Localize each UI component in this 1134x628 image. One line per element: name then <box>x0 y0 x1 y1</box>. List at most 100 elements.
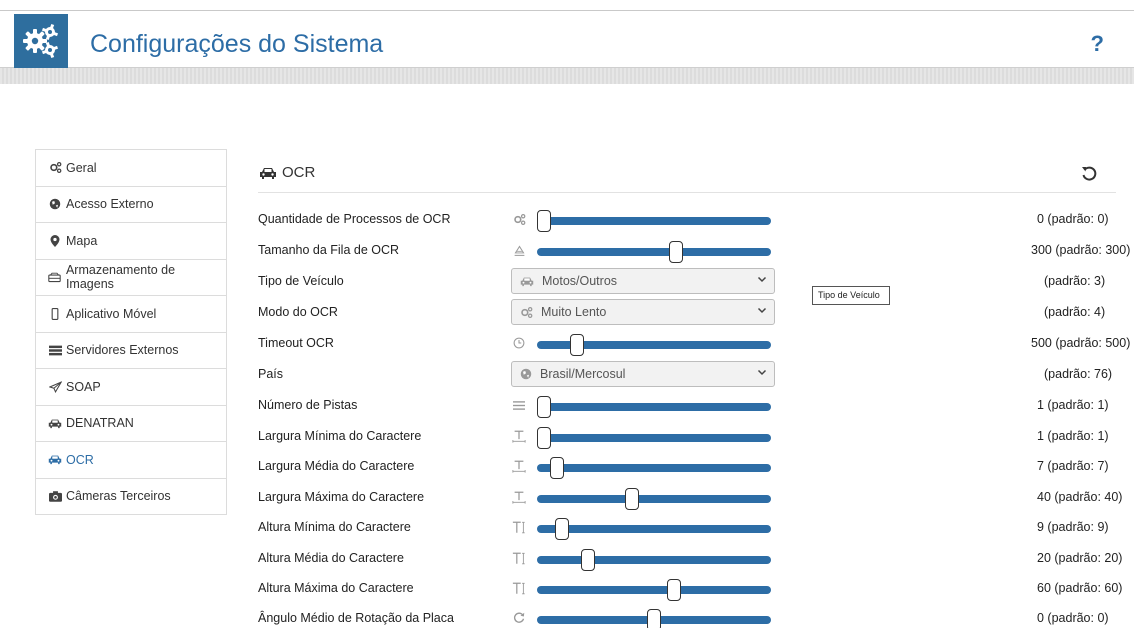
slider-thumb[interactable] <box>669 241 683 263</box>
panel-title: OCR <box>259 164 315 181</box>
setting-value: 0 (padrão: 0) <box>1037 212 1109 226</box>
setting-value: 500 (padrão: 500) <box>1031 336 1131 350</box>
setting-row: Altura Média do Caractere 20 (padrão: 20) <box>0 549 1134 571</box>
globe-icon <box>48 198 62 210</box>
lines-icon <box>511 397 527 413</box>
select-dropdown[interactable]: Motos/Outros <box>511 268 775 294</box>
car-icon <box>259 166 277 180</box>
setting-value: 40 (padrão: 40) <box>1037 490 1123 504</box>
clock-icon <box>511 335 527 351</box>
slider-track[interactable] <box>537 609 771 628</box>
setting-value: 0 (padrão: 0) <box>1037 611 1109 625</box>
slider-thumb[interactable] <box>537 396 551 418</box>
undo-icon[interactable] <box>1081 164 1097 187</box>
page-title: Configurações do Sistema <box>90 30 384 58</box>
setting-label: Tamanho da Fila de OCR <box>258 243 400 257</box>
setting-label: País <box>258 367 284 381</box>
setting-label: Largura Máxima do Caractere <box>258 490 425 504</box>
rotate-icon <box>511 610 527 626</box>
text-width-icon <box>511 489 527 505</box>
setting-value: 20 (padrão: 20) <box>1037 551 1123 565</box>
setting-row: Modo do OCR Muito Lento (padrão: 4) <box>0 299 1134 325</box>
slider-thumb[interactable] <box>666 579 681 601</box>
setting-row: Tamanho da Fila de OCR 300 (padrão: 300) <box>0 241 1134 263</box>
gears-icon <box>511 211 527 227</box>
select-dropdown[interactable]: Muito Lento <box>511 299 775 325</box>
gears-logo-icon <box>14 14 68 68</box>
select-value: Muito Lento <box>541 305 607 319</box>
setting-label: Altura Máxima do Caractere <box>258 581 414 595</box>
setting-value: (padrão: 4) <box>1044 305 1106 319</box>
chevron-down-icon <box>757 367 767 380</box>
setting-row: País Brasil/Mercosul (padrão: 76) <box>0 361 1134 387</box>
setting-label: Largura Média do Caractere <box>258 459 415 473</box>
select-dropdown[interactable]: Brasil/Mercosul <box>511 361 775 387</box>
slider-track[interactable] <box>537 427 771 449</box>
setting-value: (padrão: 3) <box>1044 274 1106 288</box>
slider-thumb[interactable] <box>537 427 551 449</box>
slider-thumb[interactable] <box>647 609 661 628</box>
setting-row: Timeout OCR 500 (padrão: 500) <box>0 334 1134 356</box>
text-width-icon <box>511 428 527 444</box>
slider-thumb[interactable] <box>550 457 565 479</box>
text-height-icon <box>511 550 527 566</box>
text-height-icon <box>511 580 527 596</box>
setting-value: 7 (padrão: 7) <box>1037 459 1109 473</box>
setting-value: 9 (padrão: 9) <box>1037 520 1109 534</box>
slider-thumb[interactable] <box>554 518 569 540</box>
setting-label: Ângulo Médio de Rotação da Placa <box>258 611 454 625</box>
panel-divider <box>258 192 1116 193</box>
setting-label: Altura Mínima do Caractere <box>258 520 411 534</box>
help-button[interactable]: ? <box>1091 31 1104 57</box>
car-icon <box>520 276 534 287</box>
setting-label: Largura Mínima do Caractere <box>258 429 422 443</box>
chevron-down-icon <box>757 305 767 318</box>
setting-label: Quantidade de Processos de OCR <box>258 212 451 226</box>
slider-track[interactable] <box>537 488 771 510</box>
setting-label: Tipo de Veículo <box>258 274 344 288</box>
setting-label: Timeout OCR <box>258 336 334 350</box>
setting-label: Modo do OCR <box>258 305 338 319</box>
select-value: Brasil/Mercosul <box>540 367 626 381</box>
setting-value: 1 (padrão: 1) <box>1037 429 1109 443</box>
setting-row: Largura Média do Caractere 7 (padrão: 7) <box>0 457 1134 479</box>
chevron-down-icon <box>757 274 767 287</box>
slider-track[interactable] <box>537 518 771 540</box>
stack-icon <box>511 242 527 258</box>
slider-track[interactable] <box>537 396 771 418</box>
slider-track[interactable] <box>537 549 771 571</box>
setting-value: 1 (padrão: 1) <box>1037 398 1109 412</box>
text-height-icon <box>511 519 527 535</box>
setting-value: 300 (padrão: 300) <box>1031 243 1131 257</box>
setting-row: Ângulo Médio de Rotação da Placa 0 (padrã… <box>0 609 1134 628</box>
setting-row: Altura Mínima do Caractere 9 (padrão: 9) <box>0 518 1134 540</box>
slider-track[interactable] <box>537 241 771 263</box>
gears-icon <box>520 306 533 319</box>
slider-track[interactable] <box>537 579 771 601</box>
slider-thumb[interactable] <box>625 488 639 510</box>
setting-row: Altura Máxima do Caractere 60 (padrão: 60… <box>0 579 1134 601</box>
panel-title-label: OCR <box>282 164 316 181</box>
text-width-icon <box>511 458 527 474</box>
setting-row: Quantidade de Processos de OCR 0 (padrão:… <box>0 210 1134 232</box>
slider-thumb[interactable] <box>581 549 595 571</box>
setting-row: Número de Pistas 1 (padrão: 1) <box>0 396 1134 418</box>
sidebar-item-geral[interactable]: Geral <box>35 149 227 187</box>
slider-thumb[interactable] <box>570 334 584 356</box>
tooltip: Tipo de Veículo <box>812 286 890 305</box>
select-value: Motos/Outros <box>542 274 618 288</box>
globe-icon <box>520 368 532 380</box>
slider-track[interactable] <box>537 334 771 356</box>
sidebar-item-label: Geral <box>66 160 97 175</box>
slider-thumb[interactable] <box>537 210 551 232</box>
setting-row: Largura Máxima do Caractere 40 (padrão: 4… <box>0 488 1134 510</box>
slider-track[interactable] <box>537 210 771 232</box>
setting-value: (padrão: 76) <box>1044 367 1113 381</box>
header-band <box>0 68 1134 84</box>
slider-track[interactable] <box>537 457 771 479</box>
setting-row: Tipo de Veículo Motos/Outros (padrão: 3) <box>0 268 1134 294</box>
setting-label: Altura Média do Caractere <box>258 551 404 565</box>
setting-row: Largura Mínima do Caractere 1 (padrão: 1) <box>0 427 1134 449</box>
gears-icon <box>48 161 62 174</box>
setting-label: Número de Pistas <box>258 398 358 412</box>
